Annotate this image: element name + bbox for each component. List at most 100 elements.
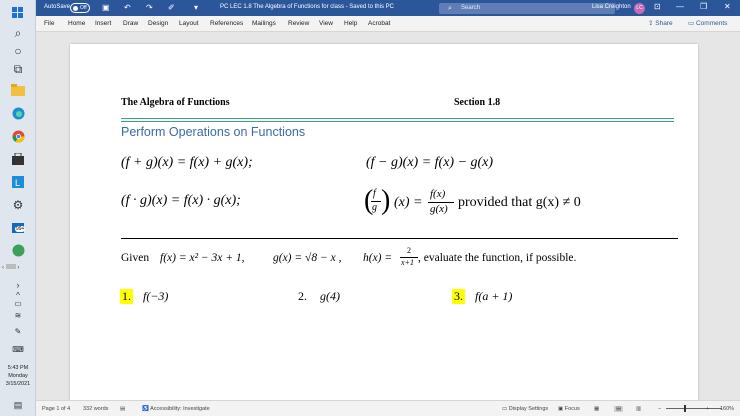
tab-draw[interactable]: Draw [123, 20, 138, 27]
tab-design[interactable]: Design [148, 20, 168, 27]
sum-rule: (f + g)(x) = f(x) + g(x); [121, 155, 253, 170]
autosave-toggle[interactable]: Off [70, 3, 90, 13]
format-painter-icon[interactable]: ✐ [168, 3, 175, 12]
display-icon: ▭ [502, 406, 508, 412]
title-bar: AutoSave Off ▣ ↶ ↷ ✐ ▾ PC LEC 1.8 The Al… [36, 0, 740, 16]
problem-1-number: 1. [120, 289, 133, 304]
proofing-icon[interactable]: ▤ [120, 406, 125, 412]
cortana-icon[interactable]: ○ [9, 42, 27, 60]
given-g: g(x) = √8 − x , [273, 252, 342, 264]
notifications-icon[interactable]: ▤ [9, 396, 27, 414]
minimize-icon[interactable]: — [676, 2, 684, 11]
keyboard-icon[interactable]: ⌨ [9, 340, 27, 358]
quotient-f: f [373, 188, 376, 199]
close-icon[interactable]: ✕ [724, 2, 731, 11]
quotient-g: g [372, 202, 377, 213]
document-canvas[interactable]: The Algebra of Functions Section 1.8 Per… [36, 32, 740, 400]
ribbon-display-icon[interactable]: ⊡ [654, 2, 661, 11]
search-placeholder: Search [461, 5, 481, 11]
problem-1-expression: f(−3) [143, 289, 169, 303]
given-h-denominator: x+1 [401, 258, 414, 267]
share-icon: ⇪ [648, 20, 654, 27]
quotient-denominator: g(x) [430, 203, 448, 215]
avatar[interactable]: LC [634, 3, 645, 14]
settings-gear-icon[interactable]: ⚙ [9, 196, 27, 214]
tab-home[interactable]: Home [68, 20, 85, 27]
zoom-slider[interactable] [666, 408, 722, 409]
problem-3-expression: f(a + 1) [475, 289, 513, 303]
tab-mailings[interactable]: Mailings [252, 20, 276, 27]
quotient-numerator: f(x) [430, 188, 446, 200]
save-icon[interactable]: ▣ [102, 3, 110, 12]
problem-2-number: 2. [298, 289, 307, 303]
page-count[interactable]: Page 1 of 4 [42, 406, 70, 412]
focus-button[interactable]: ▣ Focus [558, 406, 580, 412]
quotient-condition: provided that g(x) ≠ 0 [458, 195, 581, 210]
display-settings-button[interactable]: ▭ Display Settings [502, 406, 548, 412]
word-count[interactable]: 332 words [83, 406, 108, 412]
clock-time[interactable]: 5:43 PM [0, 364, 36, 372]
user-name[interactable]: Lisa Creighton [592, 4, 631, 10]
zoom-out-icon[interactable]: − [658, 406, 661, 412]
print-layout-icon[interactable]: ▤ [614, 406, 624, 412]
document-title: PC LEC 1.8 The Algebra of Functions for … [220, 4, 394, 10]
mail-icon[interactable]: 99+ [9, 219, 27, 237]
tab-help[interactable]: Help [344, 20, 357, 27]
chrome-icon[interactable] [9, 127, 27, 145]
pen-icon[interactable]: ✎ [9, 322, 27, 340]
given-tail: , evaluate the function, if possible. [418, 252, 577, 264]
web-layout-icon[interactable]: ▥ [636, 406, 641, 412]
read-mode-icon[interactable]: ▦ [594, 406, 599, 412]
app-l-icon[interactable]: L [9, 173, 27, 191]
given-h: h(x) = [363, 252, 393, 264]
store-icon[interactable] [9, 150, 27, 168]
page-heading-right: Section 1.8 [454, 97, 501, 108]
zoom-in-icon[interactable]: + [706, 406, 709, 412]
taskbar-scroll[interactable]: ‹ › [2, 264, 34, 272]
tab-review[interactable]: Review [288, 20, 309, 27]
file-explorer-icon[interactable] [9, 81, 27, 99]
recycle-icon[interactable] [9, 241, 27, 259]
tab-references[interactable]: References [210, 20, 243, 27]
divider-line [121, 118, 674, 119]
comment-icon: ▭ [688, 20, 695, 27]
notification-badge: 99+ [15, 226, 26, 232]
customize-toolbar-icon[interactable]: ▾ [194, 3, 198, 12]
zoom-level[interactable]: 160% [720, 406, 734, 412]
task-view-icon[interactable]: ⧉ [9, 60, 27, 78]
tab-layout[interactable]: Layout [179, 20, 199, 27]
undo-icon[interactable]: ↶ [124, 3, 131, 12]
search-box[interactable]: ⌕ Search [439, 3, 615, 14]
redo-icon[interactable]: ↷ [146, 3, 153, 12]
share-button[interactable]: ⇪ Share [648, 19, 673, 27]
clock-date: 3/15/2021 [5, 381, 31, 387]
clock-day: Monday [8, 373, 28, 379]
ribbon-tabs: File Home Insert Draw Design Layout Refe… [36, 16, 740, 32]
focus-icon: ▣ [558, 406, 564, 412]
maximize-icon[interactable]: ❐ [700, 2, 707, 11]
tab-view[interactable]: View [319, 20, 333, 27]
tab-file[interactable]: File [44, 20, 54, 27]
page-heading-left: The Algebra of Functions [121, 97, 230, 108]
edge-icon[interactable] [9, 104, 27, 122]
windows-start-icon[interactable] [9, 4, 27, 22]
horizontal-rule [121, 238, 678, 239]
comments-button[interactable]: ▭ Comments [688, 19, 727, 27]
product-rule: (f · g)(x) = f(x) · g(x); [121, 193, 241, 208]
given-h-numerator: 2 [407, 246, 411, 255]
problem-3-number: 3. [452, 289, 465, 304]
section-title: Perform Operations on Functions [121, 125, 306, 139]
autosave-state: Off [80, 5, 87, 11]
status-bar: Page 1 of 4 332 words ▤ ♿ Accessibility:… [36, 400, 740, 416]
search-icon[interactable]: ⌕ [9, 24, 27, 42]
tab-acrobat[interactable]: Acrobat [368, 20, 390, 27]
accessibility-status[interactable]: ♿ Accessibility: Investigate [142, 406, 210, 412]
search-icon: ⌕ [448, 5, 452, 12]
given-word: Given [121, 252, 150, 264]
tab-insert[interactable]: Insert [95, 20, 111, 27]
document-page[interactable]: The Algebra of Functions Section 1.8 Per… [70, 44, 698, 400]
svg-text:L: L [15, 178, 20, 188]
quotient-x: (x) = [394, 195, 423, 210]
windows-taskbar: ⌕ ○ ⧉ L ⚙ 99+ ‹ › › ^ ▭ ≋ ✎ ⌨ 5:43 PM Mo… [0, 0, 36, 416]
zoom-slider-thumb[interactable] [684, 405, 686, 412]
